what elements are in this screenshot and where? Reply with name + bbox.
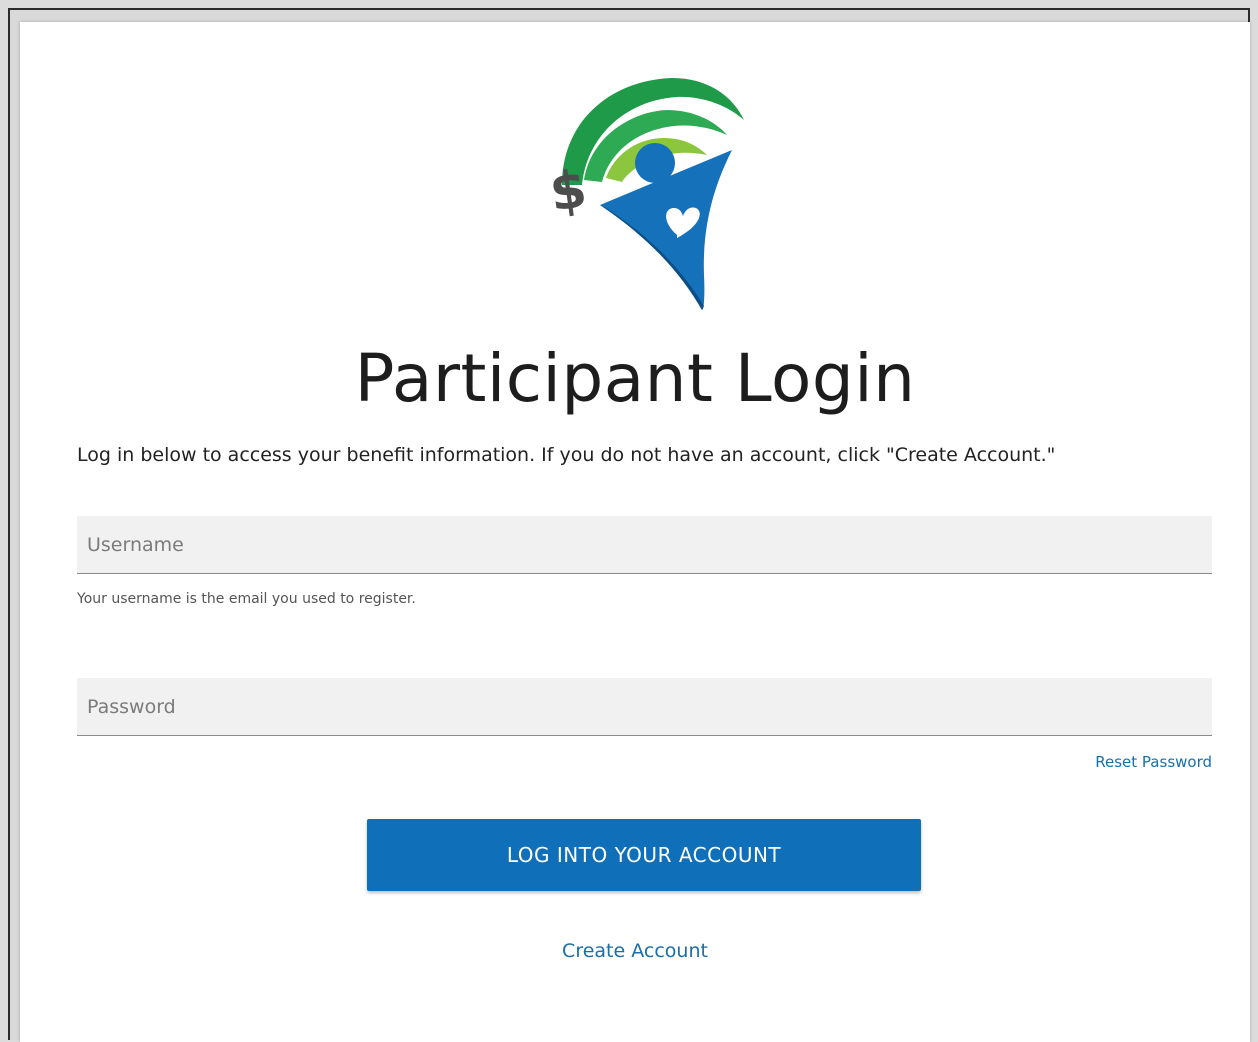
reset-password-link[interactable]: Reset Password bbox=[1095, 753, 1212, 771]
password-input[interactable] bbox=[77, 678, 1212, 736]
window-frame: $ Participant Login Log in below to acce… bbox=[8, 8, 1250, 1042]
login-card: $ Participant Login Log in below to acce… bbox=[20, 22, 1250, 1042]
page-title: Participant Login bbox=[354, 340, 916, 417]
benefits-logo-icon: $ bbox=[546, 78, 744, 310]
create-account-link[interactable]: Create Account bbox=[562, 940, 708, 962]
intro-text: Log in below to access your benefit info… bbox=[77, 444, 1056, 466]
username-hint: Your username is the email you used to r… bbox=[77, 591, 416, 607]
login-button[interactable]: LOG INTO YOUR ACCOUNT bbox=[367, 819, 921, 891]
username-input[interactable] bbox=[77, 516, 1212, 574]
create-account-container: Create Account bbox=[20, 940, 1250, 962]
